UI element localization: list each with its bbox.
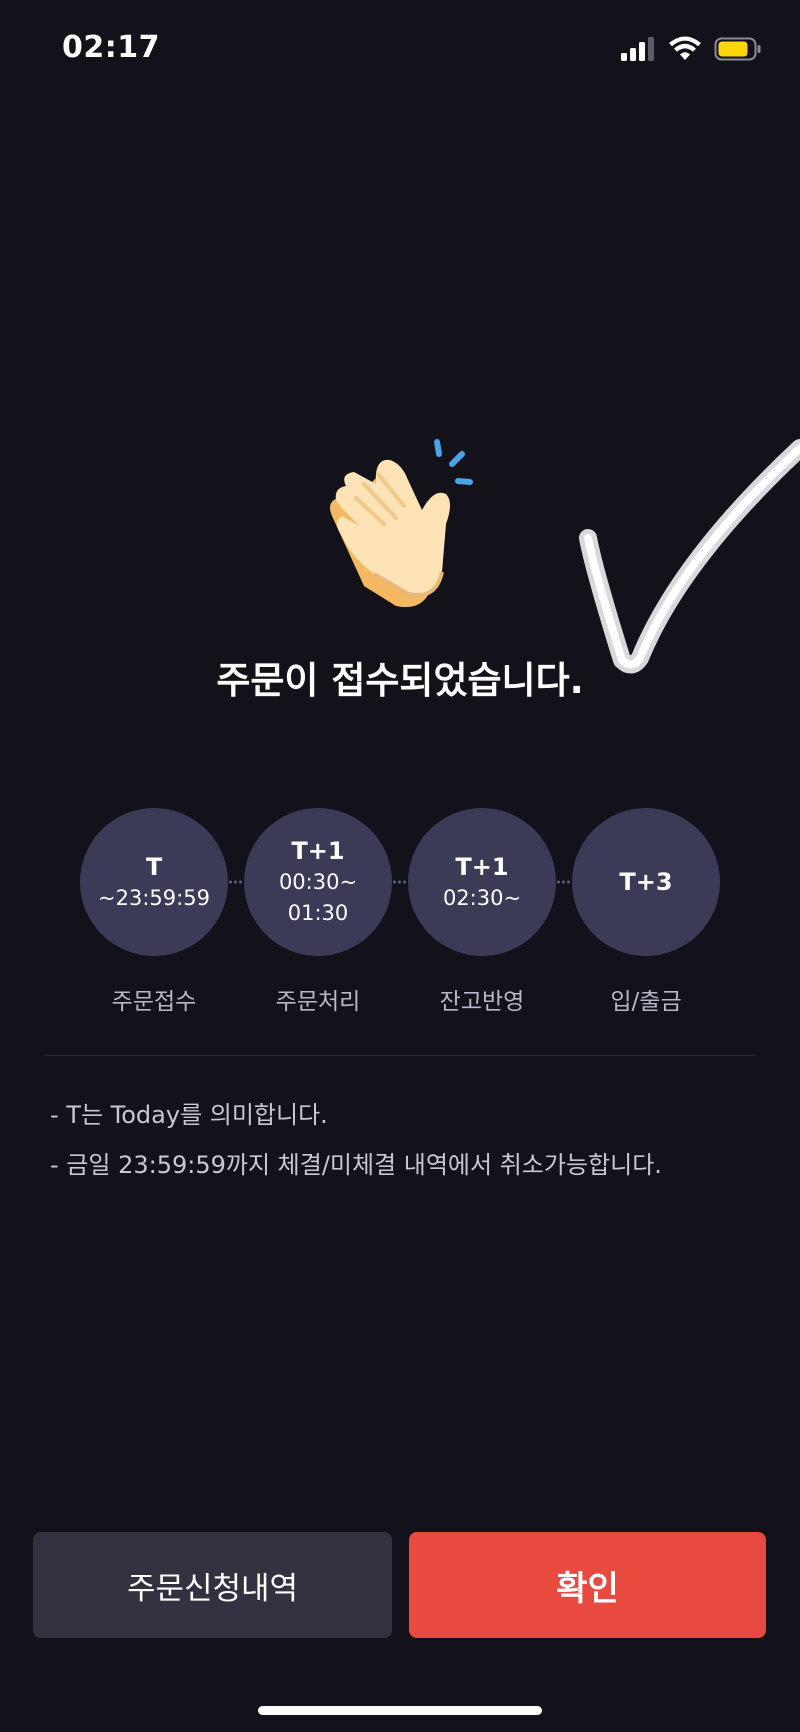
timeline-step-label: 잔고반영 xyxy=(439,989,525,1015)
timeline-step-balance-reflect: T+1 02:30~ 잔고반영 xyxy=(408,808,558,1016)
timeline-step-label: 주문접수 xyxy=(111,989,197,1015)
timeline-circle: T ~23:59:59 xyxy=(80,808,228,956)
signal-icon xyxy=(621,37,654,61)
note-cancel-info: - 금일 23:59:59까지 체결/미체결 내역에서 취소가능합니다. xyxy=(50,1151,662,1179)
order-received-title: 주문이 접수되었습니다. xyxy=(216,659,584,702)
timeline-step-time: 02:30~ xyxy=(442,885,522,910)
note-today-meaning: - T는 Today를 의미합니다. xyxy=(50,1101,328,1129)
status-icons xyxy=(620,36,762,62)
order-history-button[interactable]: 주문신청내역 xyxy=(33,1532,392,1638)
timeline-step-deposit-withdraw: T+3 입/출금 xyxy=(572,808,722,1016)
timeline-step-title: T xyxy=(145,852,163,881)
timeline-step-label: 주문처리 xyxy=(275,989,361,1015)
confirm-button[interactable]: 확인 xyxy=(409,1532,766,1638)
status-bar: 02:17 xyxy=(0,0,800,100)
timeline-circle: T+1 02:30~ xyxy=(408,808,556,956)
timeline-step-time: 00:30~ 01:30 xyxy=(278,870,358,925)
divider xyxy=(44,1055,756,1056)
order-timeline: T ~23:59:59 주문접수 T+1 00:30~ 01:30 주문처리 T… xyxy=(0,808,800,1018)
timeline-step-title: T+1 xyxy=(455,852,509,881)
checkmark-swoosh-icon xyxy=(579,439,800,674)
timeline-circle: T+3 xyxy=(572,808,720,956)
status-time: 02:17 xyxy=(62,30,160,65)
timeline-step-title: T+1 xyxy=(291,837,345,865)
home-indicator[interactable] xyxy=(258,1706,542,1715)
notes: - T는 Today를 의미합니다. - 금일 23:59:59까지 체결/미체… xyxy=(50,1090,770,1190)
timeline-step-title: T+3 xyxy=(619,868,673,896)
timeline-step-time: ~23:59:59 xyxy=(98,885,210,910)
timeline-circle: T+1 00:30~ 01:30 xyxy=(244,808,392,956)
timeline-step-order-processing: T+1 00:30~ 01:30 주문처리 xyxy=(244,808,394,1016)
clapping-hands-icon xyxy=(330,439,473,608)
wifi-icon xyxy=(669,36,701,60)
timeline-step-label: 입/출금 xyxy=(610,989,682,1015)
timeline-step-order-received: T ~23:59:59 주문접수 xyxy=(80,808,230,1016)
battery-icon xyxy=(714,37,761,61)
